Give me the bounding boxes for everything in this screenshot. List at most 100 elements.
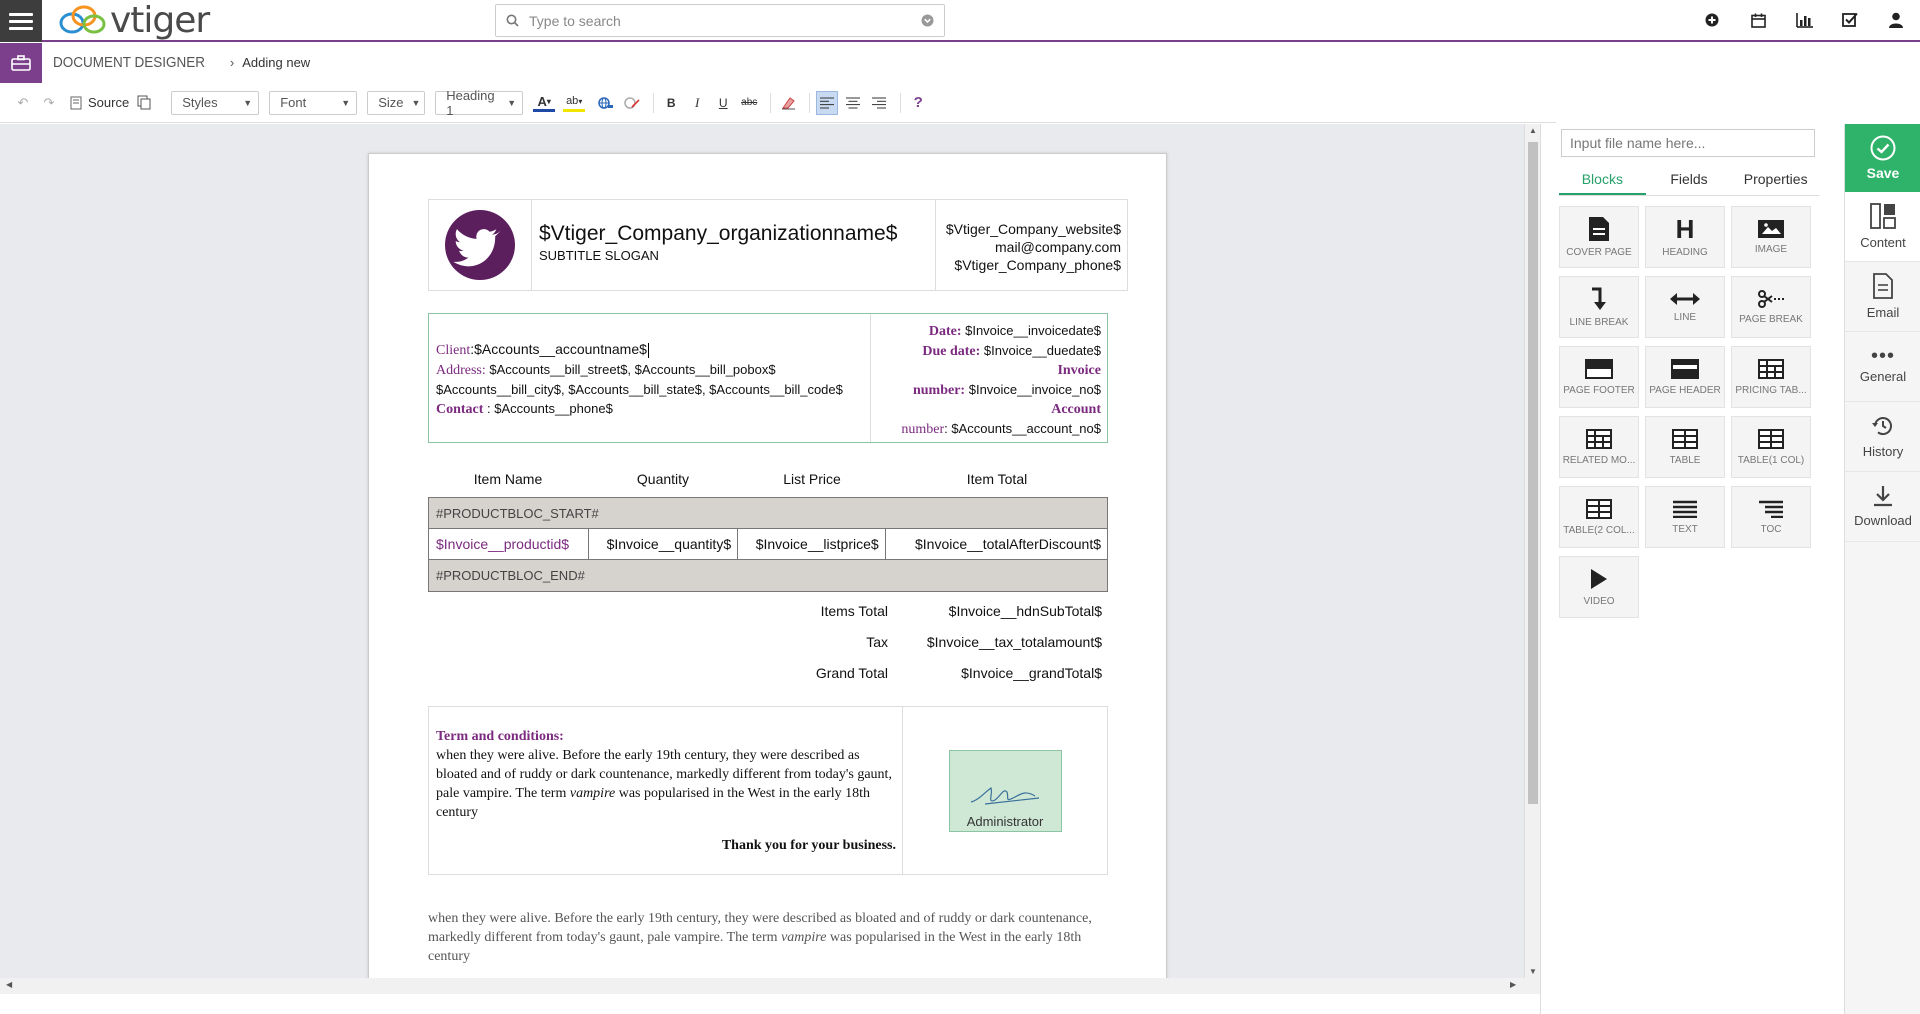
breadcrumb-module[interactable]: DOCUMENT DESIGNER (53, 54, 205, 71)
quick-create-icon[interactable] (1702, 10, 1722, 30)
scroll-left-icon[interactable]: ◀ (6, 980, 12, 989)
undo-icon[interactable]: ↶ (12, 91, 34, 115)
calendar-icon[interactable] (1748, 10, 1768, 30)
paste-icon[interactable] (133, 91, 155, 115)
scroll-down-icon[interactable]: ▼ (1529, 967, 1537, 976)
client-info-block[interactable]: Client:$Accounts__accountname$ Address: … (428, 313, 1108, 443)
tab-blocks[interactable]: Blocks (1559, 162, 1646, 195)
account-number-label: Account (1051, 402, 1101, 417)
sidebar-item-content[interactable]: Content (1845, 192, 1920, 262)
company-contact-cell[interactable]: $Vtiger_Company_website$ mail@company.co… (936, 200, 1127, 290)
background-color-icon[interactable]: ab▾ (563, 94, 585, 112)
block-label: TABLE (1670, 455, 1701, 466)
block-pricing-table[interactable]: PRICING TAB... (1731, 346, 1811, 408)
block-heading[interactable]: HHEADING (1645, 206, 1725, 268)
redo-icon[interactable]: ↷ (38, 91, 60, 115)
link-icon[interactable] (595, 91, 617, 115)
block-table[interactable]: TABLE (1645, 416, 1725, 478)
tasks-checkbox-icon[interactable] (1840, 10, 1860, 30)
company-header-block[interactable]: $Vtiger_Company_organizationname$ SUBTIT… (428, 199, 1128, 291)
block-video[interactable]: VIDEO (1559, 556, 1639, 618)
product-bloc-end[interactable]: #PRODUCTBLOC_END# (429, 560, 1107, 591)
company-name-cell[interactable]: $Vtiger_Company_organizationname$ SUBTIT… (532, 200, 936, 290)
block-image[interactable]: IMAGE (1731, 206, 1811, 268)
remove-format-icon[interactable] (777, 91, 799, 115)
search-options-icon[interactable] (921, 14, 934, 27)
page-footer-icon (1585, 359, 1613, 379)
italic-button[interactable]: I (686, 91, 708, 115)
tab-properties[interactable]: Properties (1732, 162, 1819, 195)
account-number-label-2: number (901, 422, 944, 437)
block-label: VIDEO (1583, 596, 1614, 607)
block-line-break[interactable]: LINE BREAK (1559, 276, 1639, 338)
hamburger-menu-button[interactable] (0, 0, 42, 42)
signature-cell[interactable]: Administrator (903, 707, 1107, 874)
global-search[interactable] (495, 4, 945, 37)
item-total-cell[interactable]: $Invoice__totalAfterDiscount$ (886, 529, 1107, 559)
block-page-break[interactable]: PAGE BREAK (1731, 276, 1811, 338)
block-label: PAGE HEADER (1649, 385, 1721, 396)
list-price-cell[interactable]: $Invoice__listprice$ (738, 529, 886, 559)
sidebar-item-general[interactable]: ••• General (1845, 332, 1920, 402)
font-dropdown[interactable]: Font▼ (269, 91, 357, 115)
format-dropdown[interactable]: Heading 1▼ (435, 91, 523, 115)
footer-paragraph[interactable]: when they were alive. Before the early 1… (428, 909, 1108, 966)
totals-block[interactable]: Items Total$Invoice__hdnSubTotal$ Tax$In… (428, 595, 1108, 688)
product-id-cell[interactable]: $Invoice__productid$ (429, 529, 589, 559)
unlink-icon[interactable] (621, 91, 643, 115)
terms-text-cell[interactable]: Term and conditions: when they were aliv… (429, 707, 903, 874)
reports-chart-icon[interactable] (1794, 10, 1814, 30)
block-table-2-col[interactable]: TABLE(2 COL... (1559, 486, 1639, 548)
tab-fields[interactable]: Fields (1646, 162, 1733, 195)
align-left-icon[interactable] (816, 91, 838, 115)
sidebar-item-history[interactable]: History (1845, 402, 1920, 472)
quantity-cell[interactable]: $Invoice__quantity$ (589, 529, 739, 559)
user-profile-icon[interactable] (1886, 10, 1906, 30)
save-button[interactable]: Save (1845, 124, 1920, 192)
block-label: TOC (1761, 524, 1782, 535)
align-right-icon[interactable] (868, 91, 890, 115)
block-line[interactable]: LINE (1645, 276, 1725, 338)
signature-box[interactable]: Administrator (949, 750, 1062, 832)
block-related-module[interactable]: RELATED MO... (1559, 416, 1639, 478)
source-button[interactable]: Source (70, 91, 129, 115)
file-name-input[interactable] (1561, 129, 1815, 157)
styles-dropdown[interactable]: Styles▼ (171, 91, 259, 115)
search-input[interactable] (529, 13, 911, 29)
horizontal-scrollbar[interactable]: ◀ ▶ (0, 978, 1540, 994)
block-toc[interactable]: TOC (1731, 486, 1811, 548)
scroll-right-icon[interactable]: ▶ (1510, 980, 1516, 989)
invoice-details[interactable]: Date: $Invoice__invoicedate$ Due date: $… (871, 314, 1107, 442)
address-value: $Accounts__bill_street$, $Accounts__bill… (486, 362, 776, 377)
text-color-icon[interactable]: A▾ (533, 94, 555, 112)
product-bloc-start[interactable]: #PRODUCTBLOC_START# (429, 498, 1107, 529)
scroll-up-icon[interactable]: ▲ (1529, 126, 1537, 135)
strikethrough-button[interactable]: abc (738, 91, 760, 115)
vertical-scrollbar[interactable]: ▲ ▼ (1524, 124, 1540, 978)
block-cover-page[interactable]: COVER PAGE (1559, 206, 1639, 268)
block-page-header[interactable]: PAGE HEADER (1645, 346, 1725, 408)
client-details[interactable]: Client:$Accounts__accountname$ Address: … (429, 314, 871, 442)
sidebar-item-download[interactable]: Download (1845, 472, 1920, 542)
align-center-icon[interactable] (842, 91, 864, 115)
image-icon (1758, 220, 1784, 238)
block-page-footer[interactable]: PAGE FOOTER (1559, 346, 1639, 408)
size-dropdown[interactable]: Size▼ (367, 91, 425, 115)
sidebar-item-email[interactable]: Email (1845, 262, 1920, 332)
block-text[interactable]: TEXT (1645, 486, 1725, 548)
company-logo[interactable] (429, 200, 532, 290)
bold-button[interactable]: B (660, 91, 682, 115)
product-table[interactable]: #PRODUCTBLOC_START# $Invoice__productid$… (428, 497, 1108, 592)
underline-button[interactable]: U (712, 91, 734, 115)
scrollbar-thumb[interactable] (1528, 142, 1538, 804)
help-button[interactable]: ? (907, 91, 929, 115)
terms-title: Term and conditions: (436, 727, 896, 746)
vtiger-logo[interactable]: vtiger (58, 2, 209, 38)
block-table-1-col[interactable]: TABLE(1 COL) (1731, 416, 1811, 478)
email-document-icon (1873, 273, 1893, 299)
document-page[interactable]: $Vtiger_Company_organizationname$ SUBTIT… (368, 153, 1167, 978)
terms-block[interactable]: Term and conditions: when they were aliv… (428, 706, 1108, 875)
briefcase-icon[interactable] (0, 43, 42, 83)
signature-image (965, 774, 1045, 814)
table-row[interactable]: $Invoice__productid$ $Invoice__quantity$… (429, 529, 1107, 560)
